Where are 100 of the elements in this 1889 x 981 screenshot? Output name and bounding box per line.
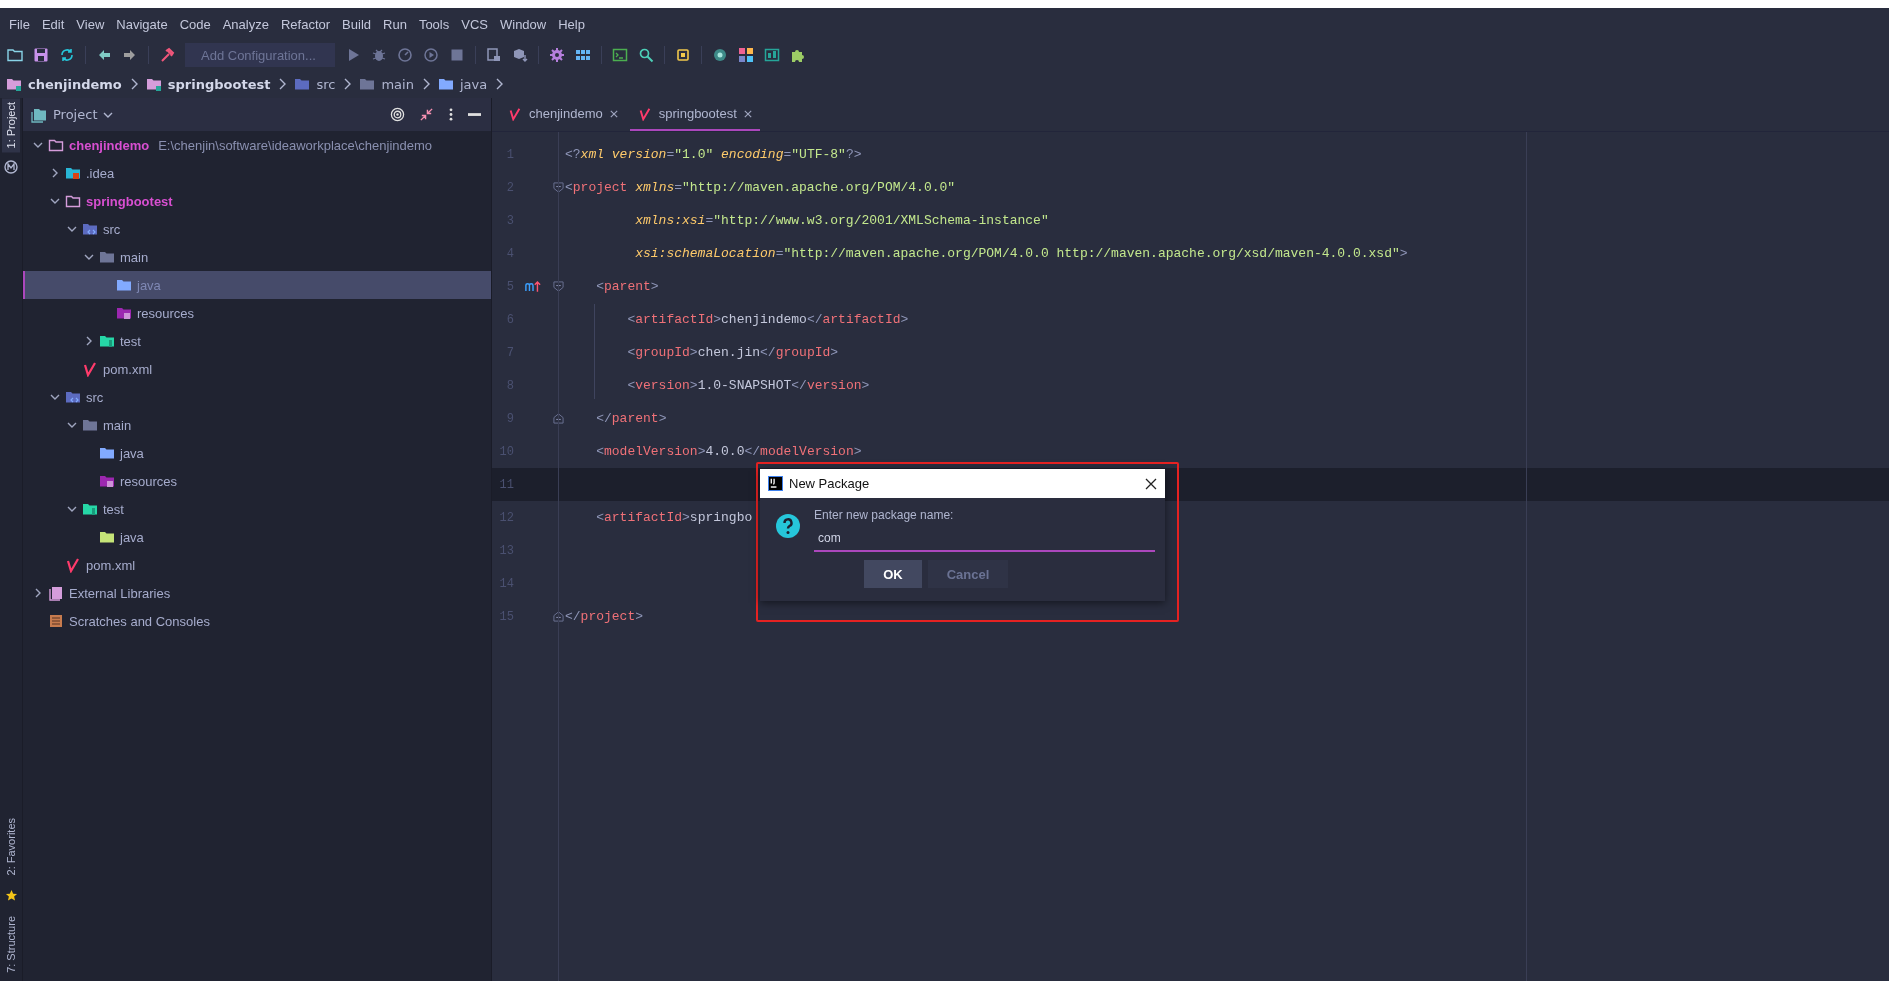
save-icon[interactable] (33, 47, 49, 63)
menu-item[interactable]: Help (553, 14, 590, 34)
folder-icon (65, 165, 81, 181)
breadcrumb-item[interactable]: src (294, 76, 336, 92)
folder-icon (437, 76, 454, 92)
chevron-icon[interactable] (67, 504, 77, 514)
tree-item[interactable]: src (23, 383, 491, 411)
menu-item[interactable]: View (71, 14, 110, 34)
globe-icon[interactable] (712, 47, 728, 63)
tree-item[interactable]: .idea (23, 159, 491, 187)
chevron-icon (343, 78, 352, 90)
editor-tab[interactable]: chenjindemo (500, 98, 626, 131)
search-icon[interactable] (638, 47, 654, 63)
folder-icon (99, 529, 115, 545)
code-line: <groupId>chen.jin</groupId> (626, 345, 839, 360)
chevron-icon[interactable] (50, 168, 60, 178)
tree-item[interactable]: resources (23, 467, 491, 495)
tree-item[interactable]: src (23, 215, 491, 243)
editor-tab[interactable]: springbootest (629, 98, 760, 131)
chevron-icon (278, 78, 287, 90)
chevron-icon[interactable] (33, 588, 43, 598)
folder-icon (116, 305, 132, 321)
folder-icon (82, 417, 98, 433)
tree-item[interactable]: chenjindemo E:\chenjin\software\ideaworkplace\chenjindemo (23, 131, 491, 159)
more-icon[interactable] (448, 107, 454, 122)
menu-item[interactable]: Navigate (111, 14, 173, 34)
terminal-icon[interactable] (612, 47, 628, 63)
tree-item[interactable]: pom.xml (23, 355, 491, 383)
close-icon[interactable] (1145, 477, 1157, 490)
tree-item[interactable]: resources (23, 299, 491, 327)
tree-item[interactable]: Scratches and Consoles (23, 607, 491, 635)
tree-item[interactable]: test (23, 327, 491, 355)
palette-icon[interactable] (738, 47, 754, 63)
tree-item[interactable]: External Libraries (23, 579, 491, 607)
tree-item[interactable]: springbootest (23, 187, 491, 215)
dialog-title: New Package (789, 476, 870, 491)
menu-item[interactable]: Code (174, 14, 216, 34)
menu-item[interactable]: Edit (36, 14, 70, 34)
chevron-icon[interactable] (50, 196, 60, 206)
folder-icon (294, 76, 311, 92)
fold-icon[interactable] (553, 281, 564, 292)
breadcrumb-item[interactable]: springbootest (145, 76, 271, 92)
circle-m-icon[interactable] (4, 160, 18, 175)
minimize-icon[interactable] (468, 112, 481, 117)
menu-item[interactable]: Refactor (275, 14, 336, 34)
stop-icon[interactable] (449, 47, 465, 63)
chip-icon[interactable] (675, 47, 691, 63)
gauge-icon[interactable] (397, 47, 413, 63)
menu-item[interactable]: Build (337, 14, 376, 34)
cube-icon[interactable] (512, 47, 528, 63)
menu-item[interactable]: Tools (413, 14, 455, 34)
chevron-icon (421, 78, 430, 90)
override-marker-icon[interactable] (525, 280, 541, 293)
folder-icon[interactable] (7, 47, 23, 63)
chevron-icon[interactable] (84, 336, 94, 346)
breadcrumb-item[interactable]: main (359, 76, 414, 92)
tree-item[interactable]: test (23, 495, 491, 523)
chevron-icon[interactable] (67, 420, 77, 430)
chevron-icon[interactable] (84, 252, 94, 262)
window-icon[interactable] (764, 47, 780, 63)
hammer-icon[interactable] (159, 47, 175, 63)
chevron-icon[interactable] (33, 140, 43, 150)
breadcrumb-item[interactable]: chenjindemo (6, 76, 122, 92)
code-folder-icon (65, 389, 81, 405)
tree-item[interactable]: pom.xml (23, 551, 491, 579)
device-icon[interactable] (486, 47, 502, 63)
fold-icon[interactable] (553, 413, 564, 424)
puzzle-icon[interactable] (790, 47, 806, 63)
target-icon[interactable] (390, 107, 405, 122)
v-icon (82, 361, 98, 377)
tool-window-tab[interactable]: 7: Structure (2, 912, 20, 977)
grid-icon[interactable] (575, 47, 591, 63)
tool-window-tab[interactable]: 2: Favorites (2, 813, 20, 880)
folder-icon (82, 501, 98, 517)
tree-item[interactable]: java (23, 523, 491, 551)
menu-item[interactable]: File (4, 14, 35, 34)
folder-icon (99, 473, 115, 489)
code-line: <artifactId>chenjindemo</artifactId> (626, 312, 909, 327)
play-circle-icon[interactable] (423, 47, 439, 63)
chevron-icon[interactable] (67, 224, 77, 234)
forward-arrow-icon[interactable] (122, 47, 138, 63)
ok-button[interactable]: OK (864, 560, 922, 588)
tree-item[interactable]: main (23, 243, 491, 271)
menu-item[interactable]: VCS (456, 14, 493, 34)
package-name-field[interactable]: com (814, 526, 1155, 552)
tool-window-tab[interactable]: 1: Project (2, 98, 20, 153)
collapse-icon[interactable] (419, 107, 434, 122)
sync-icon[interactable] (59, 47, 75, 63)
fold-icon[interactable] (553, 611, 564, 622)
menu-item[interactable]: Run (378, 14, 412, 34)
tree-item[interactable]: java (23, 439, 491, 467)
settings-icon[interactable] (549, 47, 565, 63)
tree-item[interactable]: main (23, 411, 491, 439)
menu-item[interactable]: Analyze (217, 14, 274, 34)
breadcrumb-item[interactable]: java (437, 76, 488, 92)
menu-item[interactable]: Window (494, 14, 552, 34)
project-view-dropdown[interactable]: Project (31, 106, 114, 123)
bug-icon[interactable] (371, 47, 387, 63)
chevron-icon[interactable] (50, 392, 60, 402)
fold-icon[interactable] (553, 182, 564, 193)
